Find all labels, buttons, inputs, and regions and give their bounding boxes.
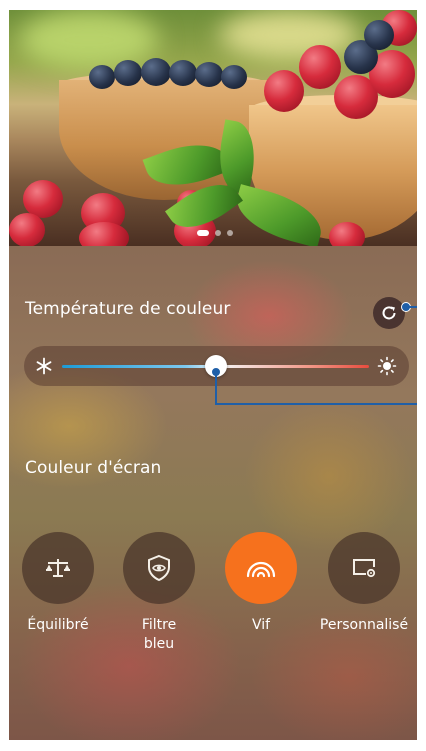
background-foliage (19, 10, 159, 70)
mode-balanced[interactable]: Équilibré (9, 532, 108, 635)
page-dot-active (197, 230, 209, 236)
rainbow-icon (246, 561, 276, 578)
mode-vivid[interactable]: Vif (211, 532, 311, 635)
color-temperature-slider[interactable] (24, 346, 409, 386)
slider-callout-horizontal-line (214, 403, 417, 405)
mode-custom[interactable]: Personnalisé (314, 532, 414, 635)
raspberry (79, 222, 129, 246)
page-indicator (197, 230, 233, 236)
blueberry (141, 58, 171, 86)
blueberry (221, 65, 247, 89)
blueberry (89, 65, 115, 89)
reset-callout-line (407, 306, 417, 308)
mode-blue-filter-label: Filtre bleu (141, 617, 177, 652)
screenshot-frame: Température de couleur Couleur d'écran É… (0, 0, 426, 751)
mode-balanced-label: Équilibré (27, 617, 89, 633)
blueberry (114, 60, 142, 86)
eye-shield-icon (148, 554, 170, 582)
display-settings-panel: Température de couleur Couleur d'écran É… (9, 246, 417, 740)
raspberry (264, 70, 304, 112)
mode-vivid-label: Vif (251, 617, 271, 633)
custom-screen-icon (353, 559, 376, 578)
raspberry (299, 45, 341, 89)
page-dot (227, 230, 233, 236)
blueberry (195, 62, 223, 87)
mode-balanced-button[interactable] (22, 532, 94, 604)
raspberry (9, 213, 45, 246)
mode-blue-filter[interactable]: Filtre bleu (109, 532, 209, 654)
mode-custom-label: Personnalisé (319, 617, 409, 633)
mode-vivid-button[interactable] (225, 532, 297, 604)
slider-callout-vertical-line (214, 373, 217, 405)
phone-screen: Température de couleur Couleur d'écran É… (9, 10, 417, 740)
refresh-icon (382, 306, 396, 320)
balance-scale-icon (46, 559, 70, 577)
page-dot (215, 230, 221, 236)
reset-color-temperature-button[interactable] (373, 297, 405, 329)
screen-color-title: Couleur d'écran (25, 458, 162, 478)
blackberry (364, 20, 394, 50)
preview-image (9, 10, 417, 246)
mode-custom-button[interactable] (328, 532, 400, 604)
blueberry (169, 60, 197, 86)
background-light (219, 10, 359, 60)
snowflake-icon (33, 355, 55, 377)
mode-blue-filter-button[interactable] (123, 532, 195, 604)
sun-icon (376, 355, 398, 377)
raspberry (329, 222, 365, 246)
color-temperature-title: Température de couleur (25, 299, 231, 319)
